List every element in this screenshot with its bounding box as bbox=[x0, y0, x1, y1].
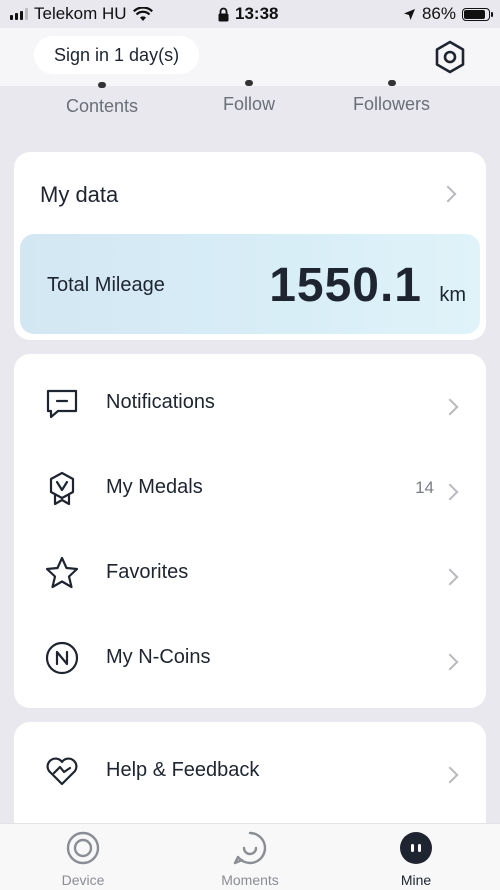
total-mileage-value: 1550.1 bbox=[269, 259, 422, 312]
coin-icon bbox=[45, 641, 79, 675]
stat-contents[interactable]: Contents bbox=[66, 82, 139, 117]
menu-item-label: My N-Coins bbox=[106, 646, 211, 668]
menu-item-favorites[interactable]: Favorites bbox=[14, 531, 486, 615]
tab-moments-label: Moments bbox=[221, 872, 279, 888]
chevron-right-icon bbox=[441, 483, 459, 501]
sign-in-label: Sign in 1 day(s) bbox=[54, 44, 180, 65]
tab-mine[interactable]: Mine bbox=[361, 824, 471, 890]
status-right: 86% bbox=[403, 4, 493, 24]
status-left: Telekom HU bbox=[10, 4, 153, 24]
clock: 13:38 bbox=[235, 4, 279, 23]
chevron-right-icon bbox=[441, 653, 459, 671]
menu-item-medals[interactable]: My Medals 14 bbox=[14, 446, 486, 530]
device-icon bbox=[66, 831, 100, 865]
stat-follow-label: Follow bbox=[223, 94, 276, 114]
mine-icon bbox=[400, 832, 432, 864]
battery-percent: 86% bbox=[421, 4, 456, 23]
battery-icon bbox=[462, 7, 493, 21]
heart-icon bbox=[46, 757, 78, 786]
chevron-right-icon bbox=[441, 766, 459, 784]
carrier-label: Telekom HU bbox=[34, 4, 127, 23]
medal-icon bbox=[49, 471, 75, 506]
stat-follow[interactable]: Follow bbox=[223, 80, 276, 115]
total-mileage-label: Total Mileage bbox=[47, 274, 165, 296]
tab-device-label: Device bbox=[61, 872, 105, 888]
star-icon bbox=[45, 556, 79, 589]
menu-item-label: My Medals bbox=[106, 476, 203, 498]
my-data-title: My data bbox=[40, 182, 119, 207]
sign-in-button[interactable]: Sign in 1 day(s) bbox=[34, 36, 200, 74]
moments-icon bbox=[233, 831, 267, 865]
status-center: 13:38 bbox=[218, 4, 278, 24]
menu-item-help-feedback[interactable]: Help & Feedback bbox=[14, 729, 486, 813]
stat-followers[interactable]: Followers bbox=[353, 80, 431, 115]
medal-count-badge: 14 bbox=[415, 478, 434, 497]
settings-icon[interactable] bbox=[432, 39, 468, 75]
total-mileage-unit: km bbox=[439, 284, 466, 306]
menu-item-label: Help & Feedback bbox=[106, 759, 260, 781]
tab-device[interactable]: Device bbox=[28, 824, 138, 890]
status-bar: Telekom HU 13:38 86% bbox=[0, 0, 500, 28]
tab-moments[interactable]: Moments bbox=[195, 824, 305, 890]
stat-contents-label: Contents bbox=[66, 96, 139, 116]
chevron-right-icon bbox=[441, 568, 459, 586]
tab-mine-label: Mine bbox=[400, 872, 432, 888]
my-data-row[interactable]: My data bbox=[14, 152, 486, 232]
stats-row: Contents Follow Followers bbox=[0, 80, 500, 128]
top-header: Sign in 1 day(s) bbox=[0, 28, 500, 86]
menu-item-label: Notifications bbox=[106, 391, 215, 413]
chevron-right-icon bbox=[439, 185, 457, 203]
stat-followers-label: Followers bbox=[353, 94, 431, 114]
message-icon bbox=[46, 389, 78, 419]
menu-item-notifications[interactable]: Notifications bbox=[14, 361, 486, 445]
wifi-icon bbox=[132, 6, 153, 21]
stat-value-marker bbox=[245, 80, 253, 86]
menu-item-label: Favorites bbox=[106, 561, 189, 583]
stat-value-marker bbox=[98, 82, 107, 88]
chevron-right-icon bbox=[441, 398, 459, 416]
stat-value-marker bbox=[387, 80, 396, 86]
total-mileage-panel[interactable]: Total Mileage 1550.1 km bbox=[20, 234, 480, 334]
lock-icon bbox=[218, 7, 229, 21]
my-data-card: My data Total Mileage 1550.1 km bbox=[14, 152, 486, 340]
tab-bar: Device Moments Mine bbox=[0, 823, 500, 890]
location-arrow-icon bbox=[403, 8, 415, 20]
menu-item-ncoins[interactable]: My N-Coins bbox=[14, 616, 486, 700]
menu-card: Notifications My Medals 14 Favorites My … bbox=[14, 354, 486, 708]
signal-icon bbox=[10, 8, 28, 20]
